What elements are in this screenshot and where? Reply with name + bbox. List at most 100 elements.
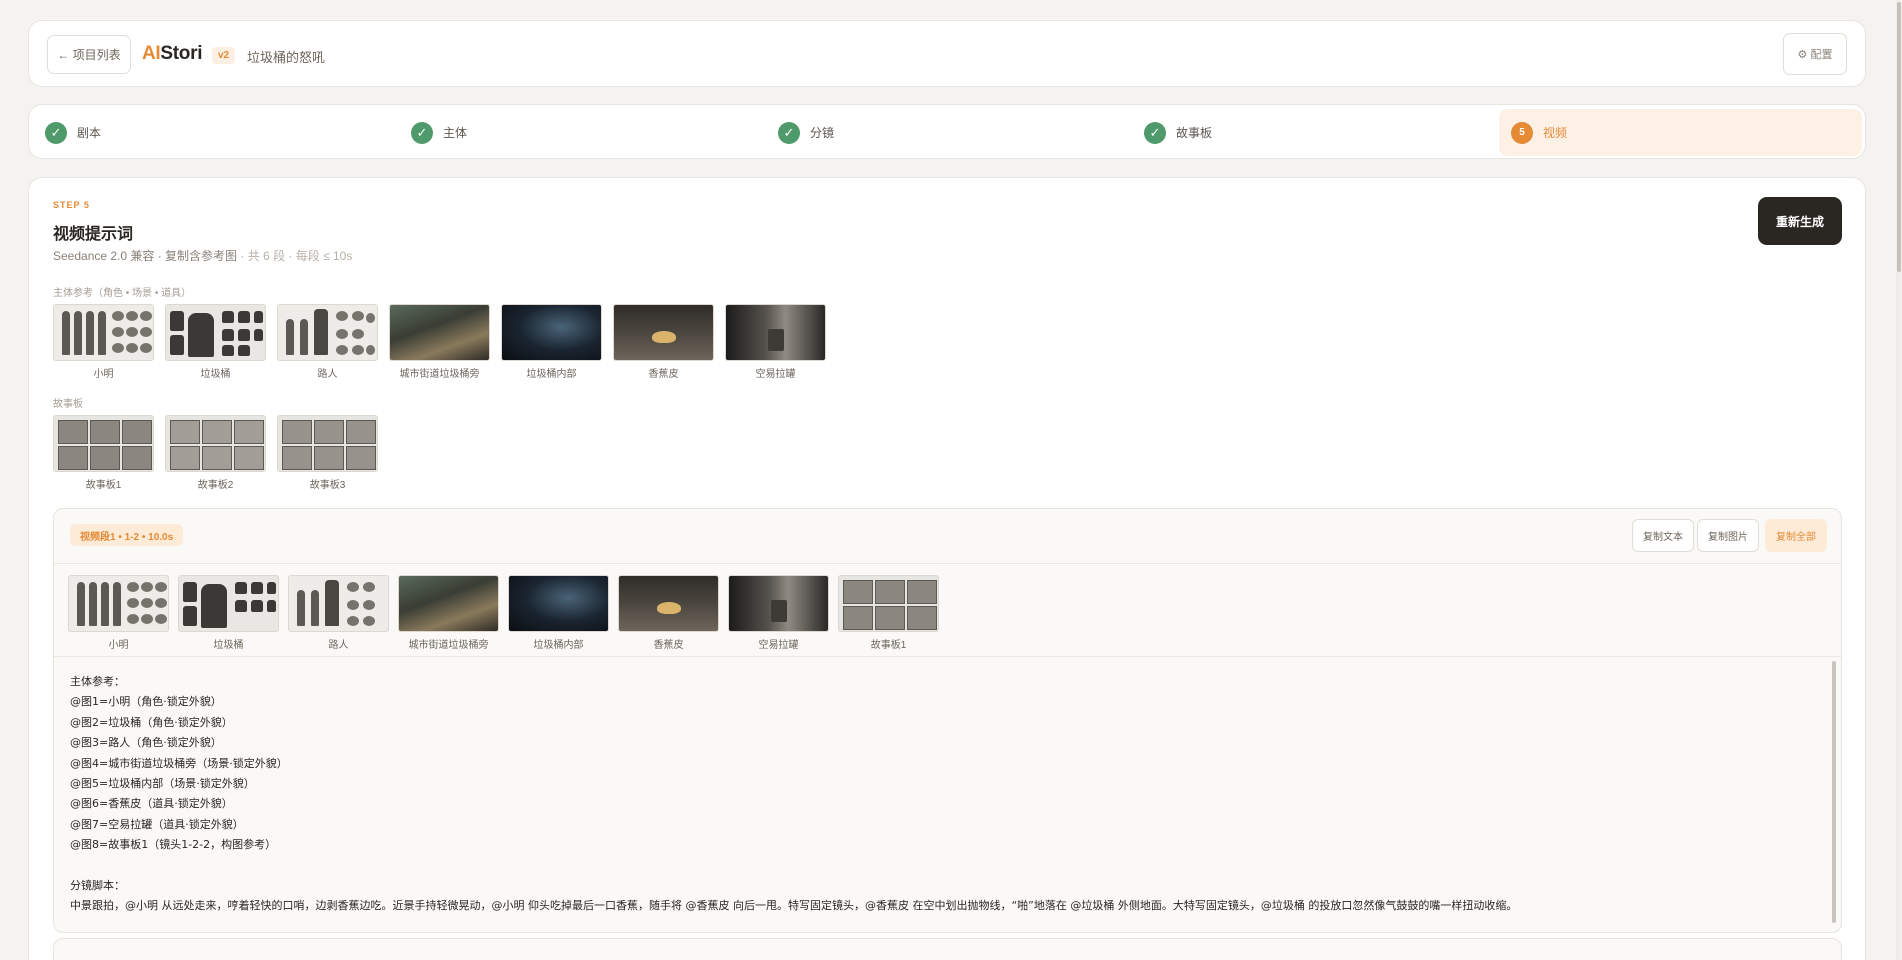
thumbnail-caption: 垃圾桶内部	[526, 369, 577, 380]
thumbnail[interactable]: 垃圾桶	[165, 304, 266, 380]
step-progress-bar: ✓ 剧本 ✓ 主体 ✓ 分镜 ✓ 故事板 5 视频	[28, 104, 1866, 159]
thumbnail-caption: 故事板2	[197, 480, 234, 491]
step-label: 视频	[1543, 126, 1568, 140]
thumbnail-caption: 路人	[317, 369, 338, 380]
thumbnail[interactable]: 城市街道垃圾桶旁	[389, 304, 490, 380]
storyboard-image	[838, 575, 939, 632]
thumbnail[interactable]: 故事板1	[53, 415, 154, 491]
thumbnail[interactable]: 空易拉罐	[728, 575, 829, 651]
video-segment-card-next	[53, 938, 1842, 960]
trash-can-interior-image	[501, 304, 602, 361]
thumbnail[interactable]: 垃圾桶	[178, 575, 279, 651]
thumbnail[interactable]: 路人	[288, 575, 389, 651]
thumbnail[interactable]: 路人	[277, 304, 378, 380]
thumbnail-caption: 空易拉罐	[758, 640, 799, 651]
character-sheet-image	[68, 575, 169, 632]
trash-can-sheet-image	[178, 575, 279, 632]
thumbnail-caption: 城市街道垃圾桶旁	[399, 369, 480, 380]
check-icon: ✓	[778, 121, 800, 144]
storyboard-image	[277, 415, 378, 472]
storyboard-image	[53, 415, 154, 472]
thumbnail-caption: 香蕉皮	[648, 369, 679, 380]
page-subtitle: Seedance 2.0 兼容 · 复制含参考图 · 共 6 段 · 每段 ≤ …	[53, 247, 352, 264]
thumbnail[interactable]: 小明	[53, 304, 154, 380]
check-icon: ✓	[411, 121, 433, 144]
passerby-sheet-image	[288, 575, 389, 632]
thumbnail-caption: 故事板1	[870, 640, 907, 651]
top-header: ← 项目列表 AIStori v2 垃圾桶的怒吼 ⚙ 配置	[28, 20, 1866, 87]
step-label: 分镜	[810, 126, 835, 140]
prompt-scrollbar[interactable]	[1832, 661, 1836, 923]
thumbnail[interactable]: 城市街道垃圾桶旁	[398, 575, 499, 651]
page-title: 视频提示词	[53, 226, 134, 243]
app-logo: AIStori	[142, 43, 202, 65]
thumbnail[interactable]: 故事板3	[277, 415, 378, 491]
trash-can-sheet-image	[165, 304, 266, 361]
divider	[54, 656, 1841, 657]
thumbnail-caption: 故事板1	[85, 480, 122, 491]
thumbnail-caption: 垃圾桶	[213, 640, 244, 651]
thumbnail[interactable]: 故事板2	[165, 415, 266, 491]
thumbnail[interactable]: 香蕉皮	[618, 575, 719, 651]
subject-ref-thumbnails: 小明 垃圾桶 路人 城市街道垃圾桶旁 垃圾桶内部 香蕉皮 空易拉罐	[53, 304, 826, 380]
thumbnail[interactable]: 空易拉罐	[725, 304, 826, 380]
back-to-projects-button[interactable]: ← 项目列表	[47, 35, 131, 74]
video-prompt-text[interactable]: 主体参考： @图1=小明（角色·锁定外貌） @图2=垃圾桶（角色·锁定外貌） @…	[70, 672, 1810, 917]
street-scene-image	[398, 575, 499, 632]
step-label: 故事板	[1176, 126, 1213, 140]
banana-peel-image	[618, 575, 719, 632]
logo-stori: Stori	[160, 43, 203, 64]
version-badge: v2	[212, 47, 236, 64]
thumbnail-caption: 小明	[108, 640, 129, 651]
check-icon: ✓	[1144, 121, 1166, 144]
config-button[interactable]: ⚙ 配置	[1783, 33, 1847, 75]
thumbnail-caption: 垃圾桶内部	[533, 640, 584, 651]
segment-badge: 视频段1 • 1-2 • 10.0s	[70, 524, 184, 546]
video-prompt-panel: STEP 5 视频提示词 Seedance 2.0 兼容 · 复制含参考图 · …	[28, 177, 1866, 960]
storyboard-thumbnails: 故事板1 故事板2 故事板3	[53, 415, 378, 491]
subject-refs-label: 主体参考（角色 • 场景 • 道具）	[53, 288, 192, 299]
thumbnail-caption: 城市街道垃圾桶旁	[408, 640, 489, 651]
project-title: 垃圾桶的怒吼	[247, 50, 326, 65]
copy-images-button[interactable]: 复制图片	[1697, 519, 1759, 552]
thumbnail-caption: 故事板3	[309, 480, 346, 491]
thumbnail-caption: 垃圾桶	[200, 369, 231, 380]
copy-text-button[interactable]: 复制文本	[1632, 519, 1694, 552]
storyboard-label: 故事板	[53, 399, 83, 410]
step-label: 剧本	[77, 126, 102, 140]
video-segment-card: 视频段1 • 1-2 • 10.0s 复制文本 复制图片 复制全部 小明 垃圾桶…	[53, 508, 1842, 933]
segment-header: 视频段1 • 1-2 • 10.0s 复制文本 复制图片 复制全部	[54, 509, 1841, 564]
subtitle-main: Seedance 2.0 兼容 · 复制含参考图	[53, 249, 238, 263]
step-shots[interactable]: ✓ 分镜	[766, 109, 1126, 156]
step-script[interactable]: ✓ 剧本	[33, 109, 393, 156]
character-sheet-image	[53, 304, 154, 361]
step-subjects[interactable]: ✓ 主体	[399, 109, 759, 156]
thumbnail-caption: 小明	[93, 369, 114, 380]
check-icon: ✓	[45, 121, 67, 144]
subtitle-muted: · 共 6 段 · 每段 ≤ 10s	[237, 249, 353, 263]
thumbnail[interactable]: 垃圾桶内部	[508, 575, 609, 651]
empty-can-image	[725, 304, 826, 361]
street-scene-image	[389, 304, 490, 361]
step-storyboard[interactable]: ✓ 故事板	[1132, 109, 1492, 156]
step-video[interactable]: 5 视频	[1499, 109, 1862, 156]
segment-ref-thumbnails: 小明 垃圾桶 路人 城市街道垃圾桶旁 垃圾桶内部 香蕉皮 空易拉罐 故事板1	[68, 575, 939, 651]
banana-peel-image	[613, 304, 714, 361]
copy-all-button[interactable]: 复制全部	[1765, 519, 1827, 552]
thumbnail[interactable]: 香蕉皮	[613, 304, 714, 380]
thumbnail-caption: 空易拉罐	[755, 369, 796, 380]
storyboard-image	[165, 415, 266, 472]
logo-ai: AI	[142, 43, 161, 64]
regenerate-button[interactable]: 重新生成	[1758, 197, 1842, 245]
passerby-sheet-image	[277, 304, 378, 361]
page-scrollbar-thumb[interactable]	[1897, 2, 1901, 272]
thumbnail[interactable]: 小明	[68, 575, 169, 651]
step-eyebrow: STEP 5	[53, 200, 90, 210]
thumbnail-caption: 香蕉皮	[653, 640, 684, 651]
thumbnail[interactable]: 垃圾桶内部	[501, 304, 602, 380]
empty-can-image	[728, 575, 829, 632]
step-label: 主体	[443, 126, 468, 140]
thumbnail[interactable]: 故事板1	[838, 575, 939, 651]
trash-can-interior-image	[508, 575, 609, 632]
step-number-badge: 5	[1511, 121, 1533, 144]
